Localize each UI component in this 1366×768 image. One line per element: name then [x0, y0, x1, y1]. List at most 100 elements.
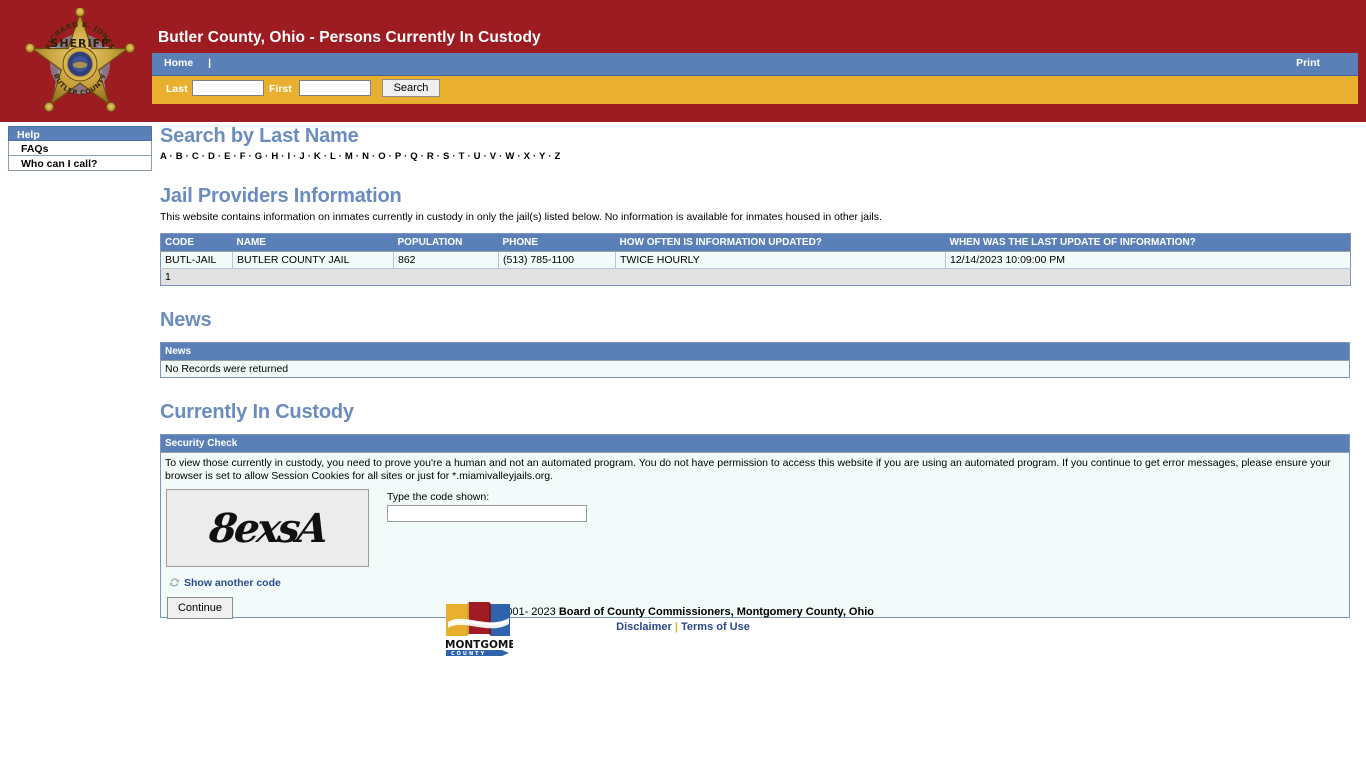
montgomery-county-logo-icon: MONTGOMERY COUNTY: [445, 602, 531, 657]
sidebar-item-who-can-i-call[interactable]: Who can I call?: [8, 156, 152, 171]
sheriff-badge-logo: RICHARD K. JONES BUTLER COUNTY SHERIFF: [16, 8, 144, 120]
header-navbar: Home | Print: [152, 53, 1358, 76]
alpha-link-r[interactable]: R: [427, 151, 434, 162]
alpha-separator: ·: [514, 151, 524, 162]
nav-right-group: Print: [1296, 57, 1320, 69]
nav-separator: |: [208, 57, 212, 69]
search-by-last-name-heading: Search by Last Name: [160, 125, 359, 147]
alpha-separator: ·: [182, 151, 192, 162]
alpha-separator: ·: [335, 151, 345, 162]
alpha-separator: ·: [304, 151, 314, 162]
alpha-link-z[interactable]: Z: [554, 151, 560, 162]
sidebar-item-faqs[interactable]: FAQs: [8, 141, 152, 156]
svg-text:MONTGOMERY: MONTGOMERY: [445, 639, 513, 651]
col-code: CODE: [160, 233, 233, 252]
security-check-instructions: To view those currently in custody, you …: [165, 457, 1331, 482]
jail-providers-table: CODE NAME POPULATION PHONE HOW OFTEN IS …: [160, 233, 1351, 286]
news-table: News No Records were returned: [160, 342, 1350, 378]
alpha-separator: ·: [166, 151, 176, 162]
captcha-code-label: Type the code shown:: [387, 491, 490, 503]
alpha-separator: ·: [433, 151, 444, 162]
alpha-separator: ·: [278, 151, 288, 162]
alpha-separator: ·: [417, 151, 427, 162]
jail-providers-heading: Jail Providers Information: [160, 185, 402, 207]
nav-home-link[interactable]: Home: [164, 57, 193, 69]
cell-name: BUTLER COUNTY JAIL: [232, 251, 394, 269]
alpha-separator: ·: [215, 151, 225, 162]
help-sidebar: Help FAQs Who can I call?: [8, 126, 152, 171]
cell-last-update: 12/14/2023 10:09:00 PM: [945, 251, 1351, 269]
footer-link-separator: |: [674, 621, 678, 633]
security-check-panel: Security Check To view those currently i…: [160, 434, 1350, 619]
col-how-often: HOW OFTEN IS INFORMATION UPDATED?: [615, 233, 946, 252]
alpha-separator: ·: [449, 151, 459, 162]
cell-population: 862: [393, 251, 499, 269]
svg-text:SHERIFF: SHERIFF: [50, 37, 109, 50]
alpha-link-w[interactable]: W: [505, 151, 514, 162]
news-empty-row: No Records were returned: [160, 360, 1350, 378]
captcha-image: 8exsA: [166, 489, 369, 567]
copyright-org: Board of County Commissioners, Montgomer…: [558, 606, 874, 618]
montgomery-county-logo: MONTGOMERY COUNTY: [443, 600, 531, 658]
alpha-separator: ·: [480, 151, 490, 162]
disclaimer-link[interactable]: Disclaimer: [616, 621, 672, 633]
alpha-separator: ·: [230, 151, 240, 162]
first-name-input[interactable]: [299, 80, 371, 96]
alpha-link-o[interactable]: O: [378, 151, 386, 162]
quick-search-bar: Last First Search: [152, 76, 1358, 104]
alpha-separator: ·: [369, 151, 379, 162]
news-empty-message: No Records were returned: [160, 360, 1350, 378]
cell-how-often: TWICE HOURLY: [615, 251, 946, 269]
last-name-input[interactable]: [192, 80, 264, 96]
cell-code: BUTL-JAIL: [160, 251, 233, 269]
alpha-link-d[interactable]: D: [208, 151, 215, 162]
nav-left-group: Home |: [164, 57, 211, 69]
security-check-title: Security Check: [161, 435, 1349, 453]
print-link[interactable]: Print: [1296, 57, 1320, 69]
svg-text:COUNTY: COUNTY: [451, 651, 486, 657]
search-button[interactable]: Search: [382, 79, 440, 97]
alpha-link-a[interactable]: A: [160, 151, 167, 162]
alpha-separator: ·: [245, 151, 255, 162]
refresh-icon: [169, 577, 180, 591]
pager-page-1[interactable]: 1: [160, 268, 1351, 286]
footer-links: Disclaimer | Terms of Use: [443, 621, 923, 633]
alpha-separator: ·: [198, 151, 208, 162]
page-footer: MONTGOMERY COUNTY ©2001- 2023 Board of C…: [0, 596, 1366, 657]
captcha-code-input[interactable]: [387, 505, 587, 522]
col-news: News: [160, 342, 1350, 361]
currently-in-custody-heading: Currently In Custody: [160, 401, 354, 423]
security-check-body: To view those currently in custody, you …: [161, 453, 1349, 619]
table-row: BUTL-JAIL BUTLER COUNTY JAIL 862 (513) 7…: [160, 251, 1351, 269]
captcha-code-text: 8exsA: [207, 504, 328, 552]
alpha-link-c[interactable]: C: [192, 151, 199, 162]
show-another-code-link[interactable]: Show another code: [169, 577, 281, 591]
col-name: NAME: [232, 233, 394, 252]
alpha-separator: ·: [320, 151, 331, 162]
main-content: Search by Last Name A · B · C · D · E · …: [160, 124, 1351, 619]
sidebar-header: Help: [8, 126, 152, 141]
news-header-row: News: [160, 342, 1350, 361]
alpha-separator: ·: [353, 151, 363, 162]
alpha-link-k[interactable]: K: [314, 151, 321, 162]
terms-of-use-link[interactable]: Terms of Use: [681, 621, 750, 633]
sheriff-star-icon: RICHARD K. JONES BUTLER COUNTY SHERIFF: [25, 8, 136, 113]
table-header-row: CODE NAME POPULATION PHONE HOW OFTEN IS …: [160, 233, 1351, 252]
page-header: RICHARD K. JONES BUTLER COUNTY SHERIFF B…: [0, 0, 1366, 122]
alpha-link-q[interactable]: Q: [410, 151, 418, 162]
table-pager-row: 1: [160, 268, 1351, 286]
col-phone: PHONE: [498, 233, 616, 252]
alpha-link-m[interactable]: M: [345, 151, 353, 162]
alpha-link-b[interactable]: B: [176, 151, 183, 162]
col-last-update: WHEN WAS THE LAST UPDATE OF INFORMATION?: [945, 233, 1351, 252]
first-name-label: First: [269, 83, 292, 95]
captcha-row: 8exsA Type the code shown: Show another …: [165, 489, 1345, 619]
jail-providers-intro: This website contains information on inm…: [160, 211, 882, 223]
news-heading: News: [160, 309, 212, 331]
copyright-line: ©2001- 2023 Board of County Commissioner…: [443, 596, 923, 618]
cell-phone: (513) 785-1100: [498, 251, 616, 269]
alpha-separator: ·: [401, 151, 411, 162]
alpha-separator: ·: [530, 151, 540, 162]
col-population: POPULATION: [393, 233, 499, 252]
alpha-link-u[interactable]: U: [474, 151, 481, 162]
